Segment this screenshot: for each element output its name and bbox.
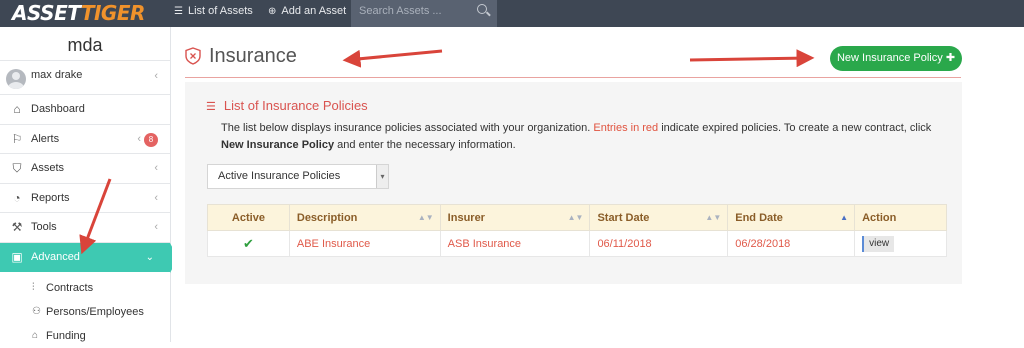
insurer-cell: ASB Insurance: [439, 230, 591, 257]
column-header-description[interactable]: Description ▲▼: [288, 204, 441, 231]
policy-filter-select[interactable]: Active Insurance Policies ▾: [207, 164, 389, 189]
home-icon: ⌂: [13, 102, 21, 116]
main-content: Insurance New Insurance Policy ✚ ☰ List o…: [172, 27, 1024, 342]
table-row: ✔ ABE Insurance ASB Insurance 06/11/2018…: [207, 230, 947, 257]
list-icon: ☰: [206, 101, 216, 113]
view-button[interactable]: view: [862, 235, 895, 252]
chevron-down-icon: ⌄: [145, 251, 154, 263]
active-cell: ✔: [207, 230, 290, 257]
sidebar-item-assets[interactable]: ⛉ Assets ‹: [0, 154, 170, 184]
sidebar-item-contracts[interactable]: ⫶ Contracts: [0, 276, 170, 300]
sidebar-item-funding[interactable]: ⌂ Funding: [0, 324, 170, 348]
list-icon: ☰: [174, 6, 183, 17]
plus-circle-icon: ⊕: [268, 6, 277, 17]
column-header-insurer[interactable]: Insurer ▲▼: [439, 204, 591, 231]
alerts-count-badge: 8: [144, 132, 158, 147]
user-menu[interactable]: max drake ‹: [0, 61, 170, 95]
wrench-icon: ⚒: [11, 220, 23, 234]
chevron-left-icon: ‹: [154, 70, 158, 82]
gauge-icon: ◔: [13, 190, 21, 205]
top-navbar: ASSETTIGER ☰ List of Assets ⊕ Add an Asset…: [0, 0, 1024, 27]
avatar: [6, 69, 26, 89]
end-date-cell: 06/28/2018: [727, 230, 856, 257]
sidebar-item-dashboard[interactable]: ⌂ Dashboard: [0, 95, 170, 125]
tag-icon: ⛉: [12, 161, 22, 175]
chevron-left-icon: ‹: [137, 132, 141, 145]
checkmark-icon: ✔: [242, 235, 254, 251]
sidebar-item-alerts[interactable]: ⚐ Alerts ‹ 8: [0, 125, 170, 154]
sidebar: mda max drake ‹ ⌂ Dashboard ⚐ Alerts ‹ 8…: [0, 27, 178, 342]
chevron-left-icon: ‹: [154, 191, 158, 204]
sort-icon: ▲▼: [567, 213, 584, 222]
sliders-icon: ⫶: [32, 282, 35, 293]
bank-icon: ⌂: [32, 330, 39, 341]
advanced-submenu: ⫶ Contracts ⚇ Persons/Employees ⌂ Fundin…: [0, 272, 170, 348]
description-text: The list below displays insurance polici…: [221, 122, 932, 151]
action-cell: view: [854, 230, 947, 257]
policies-table: Active Description ▲▼ Insurer ▲▼ Start Dat…: [207, 204, 947, 257]
chevron-down-icon: ▾: [376, 165, 388, 188]
sidebar-item-tools[interactable]: ⚒ Tools ‹: [0, 213, 170, 243]
chevron-left-icon: ‹: [154, 162, 158, 174]
briefcase-icon: ▣: [11, 249, 23, 264]
start-date-cell: 06/11/2018: [589, 230, 729, 257]
sort-icon: ▲▼: [705, 213, 722, 222]
nav-list-of-assets[interactable]: ☰ List of Assets: [174, 0, 253, 27]
table-header-row: Active Description ▲▼ Insurer ▲▼ Start Dat…: [207, 204, 947, 231]
search-input[interactable]: Search Assets ...: [351, 0, 497, 27]
column-header-action: Action: [854, 204, 947, 231]
sort-ascending-icon: ▲: [840, 213, 849, 222]
user-name: max drake: [31, 69, 83, 81]
search-icon[interactable]: [477, 4, 487, 14]
logo[interactable]: ASSETTIGER: [12, 1, 145, 25]
sidebar-item-reports[interactable]: ◔ Reports ‹: [0, 184, 170, 213]
sort-icon: ▲▼: [417, 213, 434, 222]
page-title: Insurance: [209, 45, 297, 67]
sidebar-item-persons-employees[interactable]: ⚇ Persons/Employees: [0, 300, 170, 324]
column-header-start-date[interactable]: Start Date ▲▼: [589, 204, 729, 231]
chevron-left-icon: ‹: [154, 221, 158, 233]
section-title: ☰ List of Insurance Policies: [206, 98, 368, 113]
org-name: mda: [0, 27, 170, 61]
column-header-active[interactable]: Active: [207, 204, 290, 231]
description-cell: ABE Insurance: [288, 230, 441, 257]
flag-icon: ⚐: [11, 131, 23, 146]
users-icon: ⚇: [32, 306, 41, 317]
column-header-end-date[interactable]: End Date ▲: [727, 204, 856, 231]
new-insurance-policy-button[interactable]: New Insurance Policy ✚: [830, 46, 962, 71]
nav-add-asset[interactable]: ⊕ Add an Asset: [268, 0, 346, 27]
plus-icon: ✚: [945, 52, 956, 64]
sidebar-item-advanced[interactable]: ▣ Advanced ⌄: [0, 242, 178, 273]
policies-panel: ☰ List of Insurance Policies The list bel…: [185, 82, 962, 284]
shield-icon: [185, 47, 201, 65]
